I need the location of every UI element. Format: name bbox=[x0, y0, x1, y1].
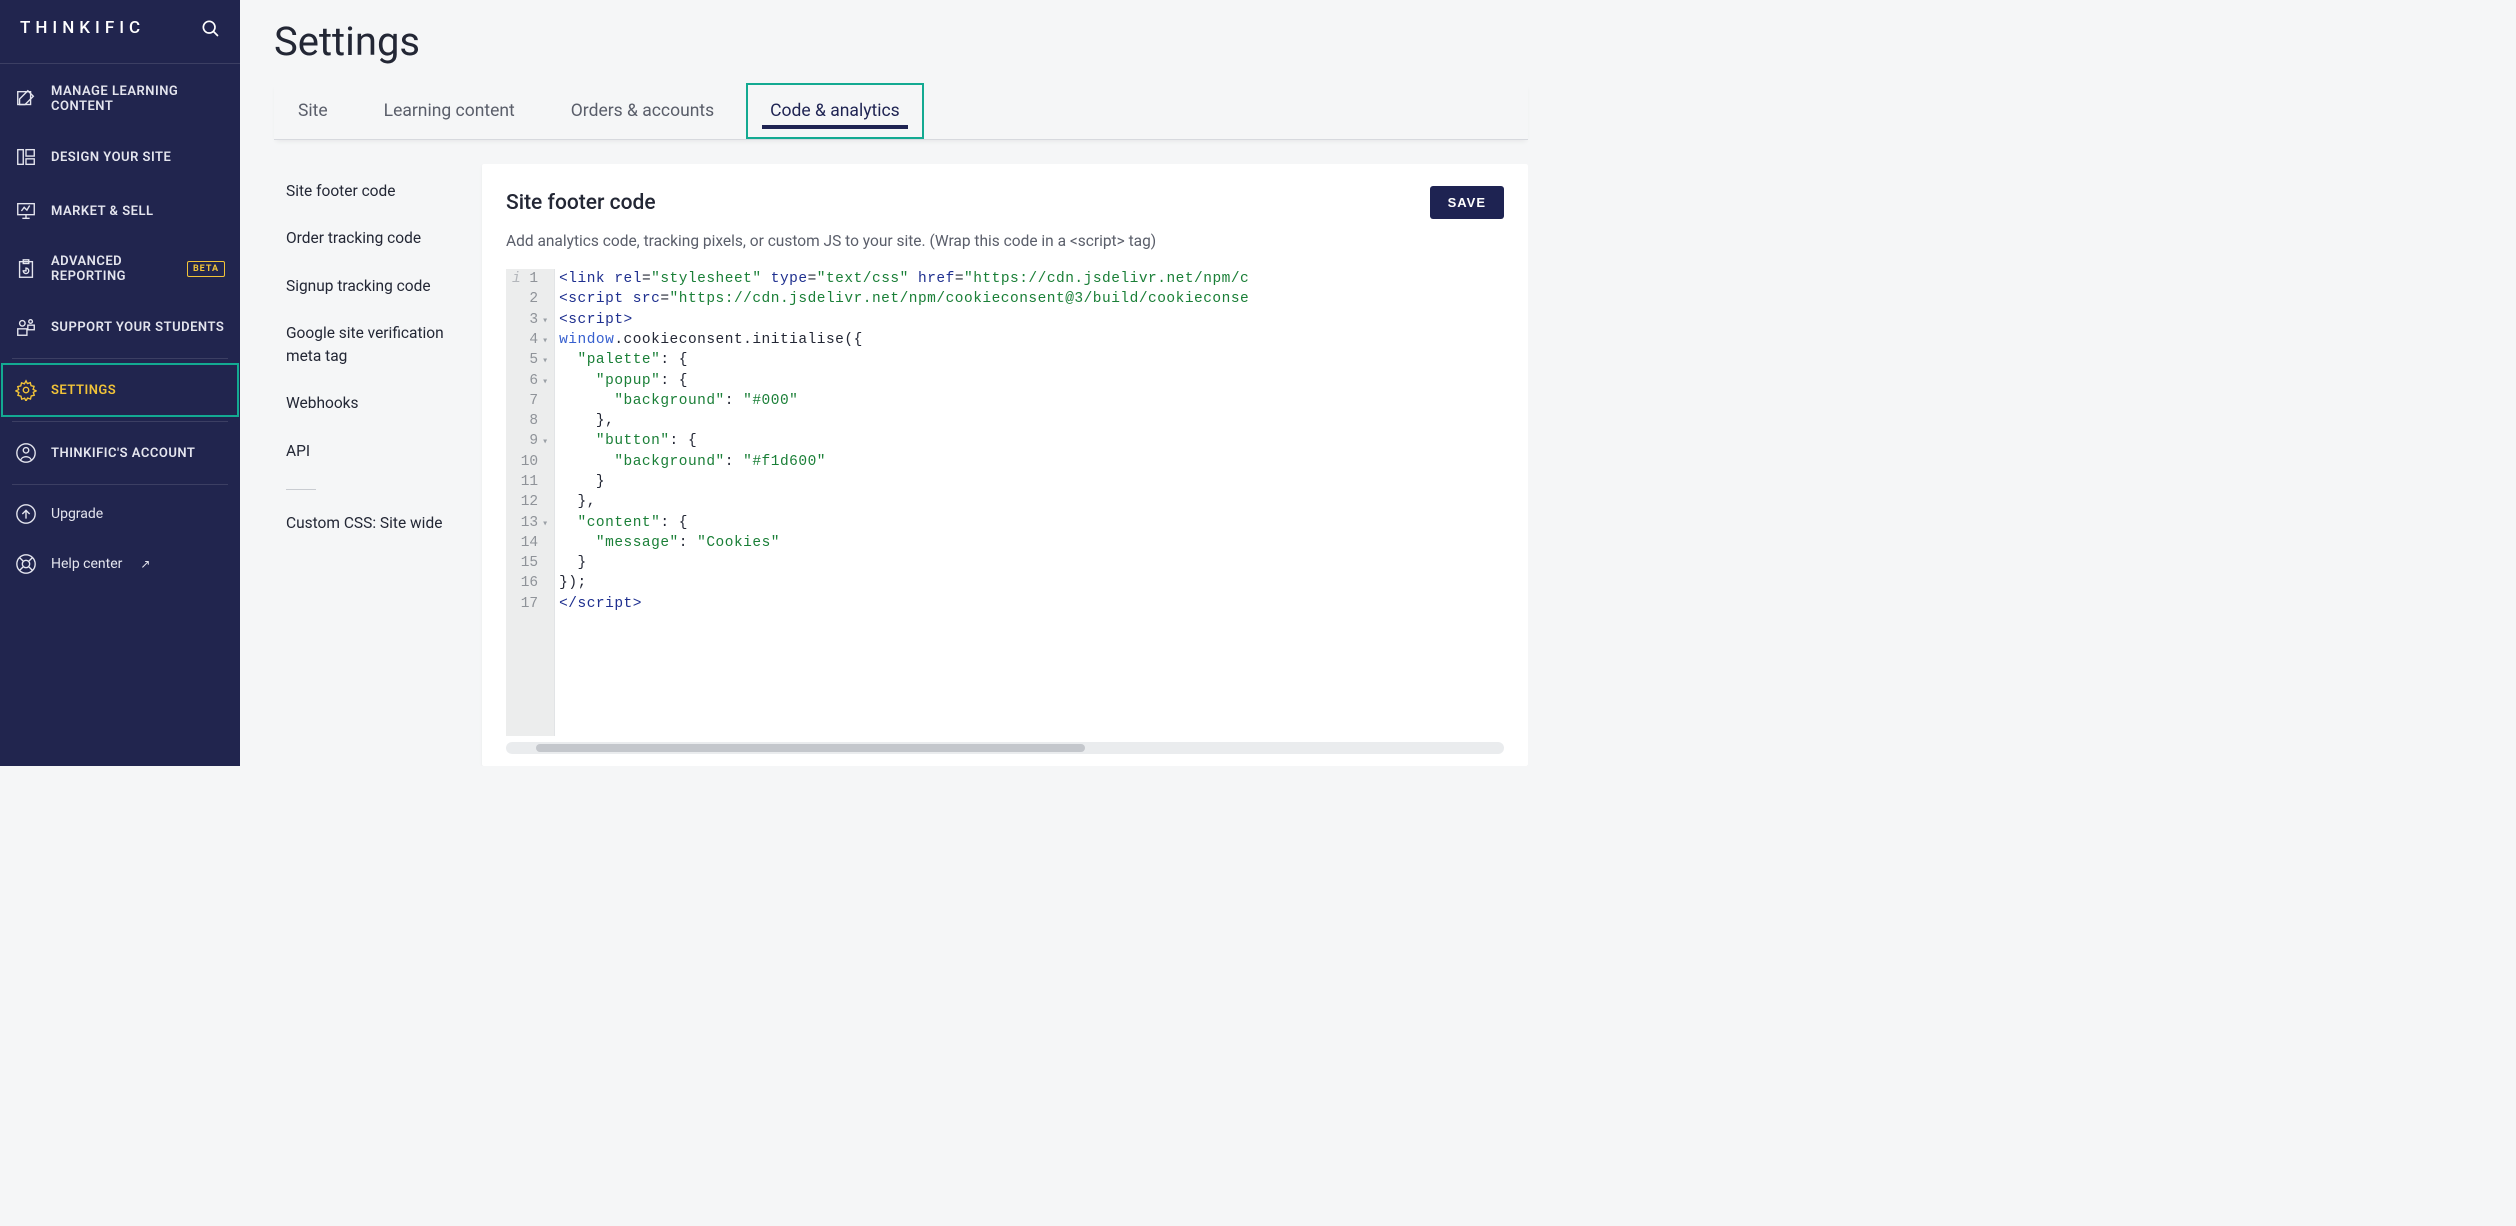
presentation-icon bbox=[15, 200, 37, 222]
subnav-google-verification[interactable]: Google site verification meta tag bbox=[286, 310, 458, 381]
sidebar-item-help[interactable]: Help center ↗ bbox=[1, 539, 239, 589]
sidebar-item-support[interactable]: SUPPORT YOUR STUDENTS bbox=[1, 300, 239, 354]
subnav-order-tracking[interactable]: Order tracking code bbox=[286, 215, 458, 262]
sidebar-item-label: MANAGE LEARNING CONTENT bbox=[51, 84, 225, 114]
sidebar-item-label: THINKIFIC'S ACCOUNT bbox=[51, 446, 195, 461]
tab-code-analytics[interactable]: Code & analytics bbox=[746, 83, 924, 139]
subnav-webhooks[interactable]: Webhooks bbox=[286, 380, 458, 427]
tabs: Site Learning content Orders & accounts … bbox=[274, 83, 1528, 140]
sidebar-item-upgrade[interactable]: Upgrade bbox=[1, 489, 239, 539]
tab-site[interactable]: Site bbox=[274, 83, 352, 139]
scrollbar-thumb[interactable] bbox=[536, 744, 1085, 752]
brand-logo: THINKIFIC bbox=[20, 18, 145, 38]
page-title: Settings bbox=[274, 18, 1528, 65]
sidebar-item-manage-learning[interactable]: MANAGE LEARNING CONTENT bbox=[1, 68, 239, 130]
sidebar-item-label: MARKET & SELL bbox=[51, 204, 154, 219]
gear-icon bbox=[15, 379, 37, 401]
upgrade-icon bbox=[15, 503, 37, 525]
divider bbox=[12, 484, 228, 485]
sidebar-item-label: Help center bbox=[51, 556, 122, 572]
students-icon bbox=[15, 316, 37, 338]
code-editor[interactable]: i 1 2 3▾4▾5▾6▾7 8 9▾10 11 12 13▾14 15 16… bbox=[506, 269, 1504, 754]
user-circle-icon bbox=[15, 442, 37, 464]
tab-learning-content[interactable]: Learning content bbox=[360, 83, 539, 139]
editor-gutter: i 1 2 3▾4▾5▾6▾7 8 9▾10 11 12 13▾14 15 16… bbox=[506, 269, 555, 736]
sidebar-nav: MANAGE LEARNING CONTENT DESIGN YOUR SITE… bbox=[0, 64, 240, 766]
editor-code-area[interactable]: <link rel="stylesheet" type="text/css" h… bbox=[555, 269, 1504, 736]
sidebar-item-label: ADVANCED REPORTING bbox=[51, 254, 173, 284]
divider bbox=[12, 358, 228, 359]
sidebar-item-settings[interactable]: SETTINGS bbox=[1, 363, 239, 417]
settings-subnav: Site footer code Order tracking code Sig… bbox=[274, 164, 462, 766]
subnav-site-footer-code[interactable]: Site footer code bbox=[286, 168, 458, 215]
sidebar-item-account[interactable]: THINKIFIC'S ACCOUNT bbox=[1, 426, 239, 480]
editor-panel: Site footer code SAVE Add analytics code… bbox=[482, 164, 1528, 766]
layout-icon bbox=[15, 146, 37, 168]
panel-header: Site footer code SAVE bbox=[506, 186, 1504, 219]
content-row: Site footer code Order tracking code Sig… bbox=[274, 164, 1528, 766]
panel-description: Add analytics code, tracking pixels, or … bbox=[506, 229, 1504, 253]
save-button[interactable]: SAVE bbox=[1430, 186, 1504, 219]
subnav-custom-css[interactable]: Custom CSS: Site wide bbox=[286, 500, 458, 547]
sidebar: THINKIFIC MANAGE LEARNING CONTENT DESIGN… bbox=[0, 0, 240, 766]
subnav-api[interactable]: API bbox=[286, 428, 458, 475]
subnav-signup-tracking[interactable]: Signup tracking code bbox=[286, 263, 458, 310]
sidebar-item-market[interactable]: MARKET & SELL bbox=[1, 184, 239, 238]
divider bbox=[12, 421, 228, 422]
help-icon bbox=[15, 553, 37, 575]
beta-badge: BETA bbox=[187, 261, 225, 277]
external-link-icon: ↗ bbox=[140, 557, 150, 571]
sidebar-item-label: SUPPORT YOUR STUDENTS bbox=[51, 320, 224, 335]
sidebar-header: THINKIFIC bbox=[0, 0, 240, 64]
panel-title: Site footer code bbox=[506, 191, 656, 215]
sidebar-item-design[interactable]: DESIGN YOUR SITE bbox=[1, 130, 239, 184]
sidebar-item-label: DESIGN YOUR SITE bbox=[51, 150, 171, 165]
sidebar-item-label: SETTINGS bbox=[51, 383, 116, 398]
tab-orders-accounts[interactable]: Orders & accounts bbox=[547, 83, 738, 139]
clipboard-chart-icon bbox=[15, 258, 37, 280]
sidebar-item-reporting[interactable]: ADVANCED REPORTING BETA bbox=[1, 238, 239, 300]
horizontal-scrollbar[interactable] bbox=[506, 742, 1504, 754]
sidebar-item-label: Upgrade bbox=[51, 506, 103, 522]
divider bbox=[286, 489, 316, 490]
edit-icon bbox=[15, 88, 37, 110]
main-content: Settings Site Learning content Orders & … bbox=[240, 0, 1562, 766]
search-icon[interactable] bbox=[200, 18, 220, 38]
